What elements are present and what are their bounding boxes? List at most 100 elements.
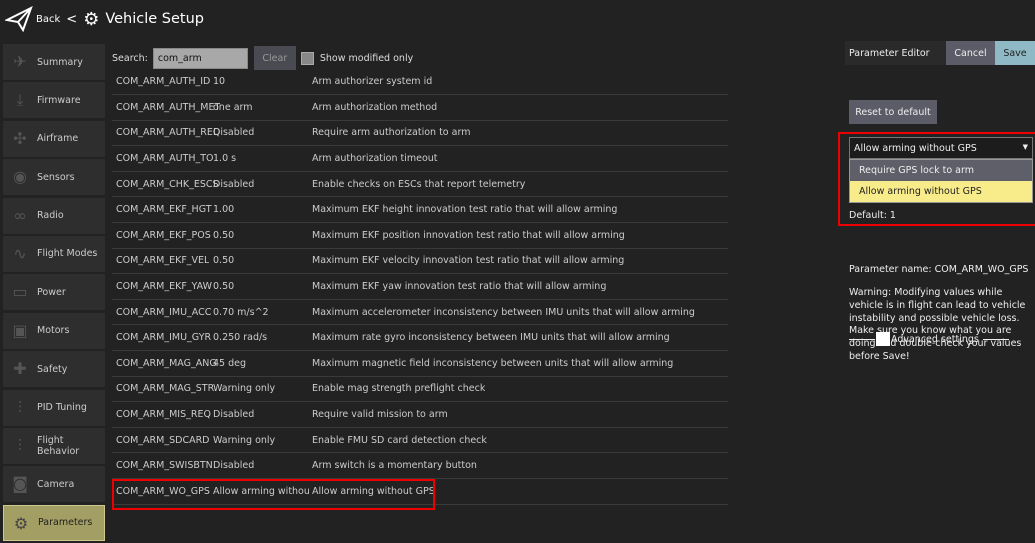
param-description: Require valid mission to arm [312, 409, 448, 421]
param-description: Arm switch is a momentary button [312, 460, 477, 472]
param-description: Maximum EKF yaw innovation test ratio th… [312, 281, 607, 293]
param-value: 0.70 m/s^2 [213, 306, 269, 318]
table-row[interactable]: COM_ARM_AUTH_REQ Disabled Require arm auth… [112, 121, 728, 147]
param-name: COM_ARM_MIS_REQ [116, 409, 211, 421]
table-row[interactable]: COM_ARM_SWISBTN Disabled Arm switch is a m… [112, 453, 728, 479]
param-name: COM_ARM_MAG_STR [116, 383, 215, 395]
advanced-settings-label: Advanced settings [891, 333, 979, 345]
search-bar: Search: Clear Show modified only [112, 46, 413, 70]
divider [849, 338, 875, 340]
paper-plane-icon: ✈ [13, 52, 27, 71]
sidebar-item-label: PID Tuning [37, 402, 87, 414]
sidebar-item-label: Firmware [37, 94, 81, 106]
motors-icon: ▣ [12, 320, 28, 340]
advanced-settings-checkbox[interactable] [876, 332, 890, 346]
sidebar-item-safety[interactable]: ✚ Safety [3, 351, 105, 388]
header: Back < ⚙ Vehicle Setup [0, 0, 1035, 38]
gears-icon: ⚙ [83, 8, 100, 30]
param-value: 0.50 [213, 255, 235, 267]
table-row[interactable]: COM_ARM_EKF_YAW 0.50 Maximum EKF yaw innov… [112, 274, 728, 300]
sidebar-item-label: Sensors [37, 171, 75, 183]
sliders-icon: ⫶ [17, 435, 22, 455]
sidebar-item-power[interactable]: ▭ Power [3, 274, 105, 311]
table-row[interactable]: COM_ARM_AUTH_MET one arm Arm authorization… [112, 95, 728, 121]
param-name: COM_ARM_AUTH_TO [116, 153, 214, 165]
param-value: 0.50 [213, 281, 235, 293]
sidebar-item-parameters[interactable]: ⚙ Parameters [3, 504, 105, 541]
parameter-table: COM_ARM_AUTH_ID 10 Arm authorizer system i… [112, 70, 728, 505]
param-description: Maximum EKF position innovation test rat… [312, 229, 625, 241]
param-value: 1.00 [213, 204, 235, 216]
table-row[interactable]: COM_ARM_IMU_ACC 0.70 m/s^2 Maximum acceler… [112, 300, 728, 326]
table-row[interactable]: COM_ARM_SDCARD Warning only Enable FMU SD … [112, 428, 728, 454]
dropdown-menu: Require GPS lock to arm Allow arming wit… [849, 159, 1033, 203]
param-name: COM_ARM_MAG_ANG [116, 357, 217, 369]
battery-icon: ▭ [12, 282, 28, 302]
table-row[interactable]: COM_ARM_EKF_POS 0.50 Maximum EKF position … [112, 223, 728, 249]
table-row[interactable]: COM_ARM_MIS_REQ Disabled Require valid mis… [112, 402, 728, 428]
table-row[interactable]: COM_ARM_AUTH_TO 1.0 s Arm authorization ti… [112, 146, 728, 172]
sidebar-item-label: Safety [37, 363, 68, 375]
param-value: Disabled [213, 409, 255, 421]
table-row[interactable]: COM_ARM_IMU_GYR 0.250 rad/s Maximum rate g… [112, 325, 728, 352]
search-input[interactable] [152, 47, 248, 69]
param-name: COM_ARM_AUTH_MET [116, 101, 221, 113]
param-name: COM_ARM_EKF_VEL [116, 255, 210, 267]
table-row[interactable]: COM_ARM_AUTH_ID 10 Arm authorizer system i… [112, 70, 728, 96]
sensors-icon: ◉ [13, 167, 27, 187]
table-row[interactable]: COM_ARM_EKF_VEL 0.50 Maximum EKF velocity … [112, 249, 728, 275]
option-allow-without-gps[interactable]: Allow arming without GPS [850, 181, 1032, 202]
sidebar-item-airframe[interactable]: ✣ Airframe [3, 120, 105, 157]
sidebar-item-radio[interactable]: ∞ Radio [3, 197, 105, 234]
separator: < [66, 11, 78, 27]
save-button[interactable]: Save [995, 41, 1035, 65]
table-row[interactable]: COM_ARM_CHK_ESCS Disabled Enable checks on… [112, 172, 728, 198]
table-row[interactable]: COM_ARM_EKF_HGT 1.00 Maximum EKF height in… [112, 197, 728, 224]
sidebar-item-label: Radio [37, 210, 64, 222]
clear-button[interactable]: Clear [253, 46, 296, 70]
param-description: Arm authorization method [312, 101, 438, 113]
param-name: COM_ARM_SDCARD [116, 434, 210, 446]
param-description: Enable mag strength preflight check [312, 383, 486, 395]
advanced-settings: Advanced settings [849, 332, 1009, 346]
sidebar-item-label: Camera [37, 478, 75, 490]
param-name: COM_ARM_AUTH_REQ [116, 127, 221, 139]
cancel-button[interactable]: Cancel [946, 41, 995, 65]
flight-modes-icon: ∿ [13, 243, 27, 263]
show-modified-label: Show modified only [319, 52, 414, 64]
parameter-editor-panel: Parameter Editor Cancel Save Reset to de… [838, 38, 1035, 534]
option-require-gps[interactable]: Require GPS lock to arm [850, 160, 1032, 181]
sidebar-item-flight-modes[interactable]: ∿ Flight Modes [3, 235, 105, 272]
sliders-icon: ⫶ [17, 397, 22, 417]
parameter-name: Parameter name: COM_ARM_WO_GPS [849, 264, 1029, 275]
reset-to-default-button[interactable]: Reset to default [849, 100, 937, 124]
sidebar-item-label: Summary [37, 56, 83, 68]
sidebar-item-firmware[interactable]: ⤓ Firmware [3, 82, 105, 119]
table-row[interactable]: COM_ARM_MAG_ANG 45 deg Maximum magnetic fi… [112, 351, 728, 377]
sidebar-item-motors[interactable]: ▣ Motors [3, 312, 105, 349]
chevron-down-icon: ▼ [1022, 143, 1028, 151]
show-modified-checkbox[interactable] [300, 51, 314, 65]
sidebar-item-summary[interactable]: ✈ Summary [3, 44, 105, 80]
param-description: Maximum accelerometer inconsistency betw… [312, 306, 695, 318]
param-name: COM_ARM_CHK_ESCS [116, 178, 219, 190]
sidebar-item-pid-tuning[interactable]: ⫶ PID Tuning [3, 389, 105, 426]
sidebar-item-sensors[interactable]: ◉ Sensors [3, 159, 105, 196]
back-button[interactable]: Back [36, 14, 60, 25]
param-description: Maximum EKF height innovation test ratio… [312, 204, 618, 216]
param-name: COM_ARM_IMU_GYR [116, 332, 212, 344]
table-row[interactable]: COM_ARM_MAG_STR Warning only Enable mag st… [112, 377, 728, 403]
safety-icon: ✚ [13, 359, 27, 379]
param-description: Enable checks on ESCs that report teleme… [312, 178, 526, 190]
param-name: COM_ARM_EKF_POS [116, 229, 211, 241]
sidebar-item-flight-behavior[interactable]: ⫶ Flight Behavior [3, 427, 105, 464]
param-value: Disabled [213, 127, 255, 139]
default-value: Default: 1 [849, 210, 896, 221]
value-combobox[interactable]: Allow arming without GPS ▼ [849, 137, 1033, 159]
paper-plane-icon[interactable] [5, 6, 33, 32]
param-value: Warning only [213, 434, 276, 446]
camera-icon: ◙ [12, 474, 28, 494]
param-value: 1.0 s [213, 153, 237, 165]
sidebar-item-camera[interactable]: ◙ Camera [3, 466, 105, 503]
combobox-value: Allow arming without GPS [854, 142, 977, 154]
